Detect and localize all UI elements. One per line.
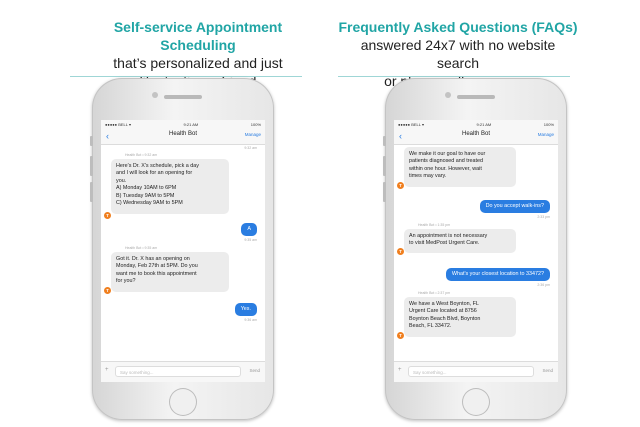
message-line: C) Wednesday 9AM to 5PM [116,200,183,207]
status-bar: ●●●●● BELL ▾ 9:21 AM 100% [394,120,558,128]
message-line: to visit MedPost Urgent Care. [409,240,480,247]
chat-title: Health Bot [168,131,198,137]
message-line: within one hour. However, wait [409,165,482,172]
message-line: We have a West Boynton, FL [409,301,479,307]
headline-title: Self-service Appointment Scheduling [113,19,283,53]
bot-message: Got it. Dr. X has an opening on Monday, … [111,252,229,292]
phone-mockup-scheduling: ●●●●● BELL ▾ 9:21 AM 100% ‹ Health Bot M… [90,78,274,420]
chat-title: Health Bot [461,131,491,137]
headline-title: Frequently Asked Questions (FAQs) [338,19,578,35]
bot-avatar-icon: T [104,287,111,294]
bot-message: We make it our goal to have our patients… [404,147,516,187]
message-timestamp: 9:32 am [244,146,257,150]
phone-volume-up [383,156,386,176]
message-meta: Health Bot • 1:35 pm [418,223,451,227]
chat-screen: ●●●●● BELL ▾ 9:21 AM 100% ‹ Health Bot M… [101,120,265,382]
attach-plus-icon[interactable]: + [105,367,109,373]
home-button[interactable] [462,388,490,416]
message-line: times may vary. [409,173,447,180]
headline-subtitle-line: that’s personalized and just [113,55,283,71]
message-composer: + Say something... Send [101,361,265,382]
message-line: Beach, FL 33472. [409,323,452,330]
message-line: We make it our goal to have our [409,151,486,157]
phone-volume-down [90,182,93,202]
message-line: for you? [116,278,136,285]
message-composer: + Say something... Send [394,361,558,382]
bot-avatar-icon: T [397,248,404,255]
manage-button[interactable]: Manage [538,132,554,137]
divider [338,76,570,77]
phone-speaker [164,95,202,99]
bot-avatar-icon: T [104,212,111,219]
user-message: Yes. [234,303,257,316]
chat-nav-bar: ‹ Health Bot Manage [101,128,265,145]
message-meta: Health Bot • 9:32 am [125,153,158,157]
bot-message: We have a West Boynton, FL Urgent Care l… [404,297,516,337]
chat-screen: ●●●●● BELL ▾ 9:21 AM 100% ‹ Health Bot M… [394,120,558,382]
message-line: Boynton Beach Blvd, Boynton [409,315,481,322]
bot-message: An appointment is not necessary to visit… [404,229,516,253]
attach-plus-icon[interactable]: + [398,367,402,373]
phone-mute-switch [90,136,93,146]
phone-camera [445,92,451,98]
bot-message: Here's Dr. X's schedule, pick a day and … [111,159,229,214]
message-list: We make it our goal to have our patients… [394,145,558,360]
message-timestamp: 9:35 am [244,238,257,242]
message-line: you. [116,177,127,184]
send-button[interactable]: Send [249,368,260,373]
phone-mute-switch [383,136,386,146]
clock-label: 9:21 AM [476,121,492,127]
message-line: Got it. Dr. X has an opening on [116,256,190,262]
message-line: An appointment is not necessary [409,233,488,239]
message-timestamp: 9:36 am [244,318,257,322]
message-line: A) Monday 10AM to 6PM [116,185,177,192]
carrier-label: ●●●●● BELL ▾ [398,121,424,127]
message-line: want me to book this appointment [116,270,197,277]
message-timestamp: 2:33 pm [537,215,550,219]
clock-label: 9:21 AM [183,121,199,127]
message-line: B) Tuesday 9AM to 5PM [116,192,175,199]
carrier-label: ●●●●● BELL ▾ [105,121,131,127]
message-line: Here's Dr. X's schedule, pick a day [116,163,199,169]
send-button[interactable]: Send [542,368,553,373]
battery-label: 100% [250,121,261,127]
message-line: Monday, Feb 27th at 5PM. Do you [116,263,198,270]
user-message: Do you accept walk-ins? [479,200,550,213]
manage-button[interactable]: Manage [245,132,261,137]
message-line: Urgent Care located at 8756 [409,308,477,315]
bot-avatar-icon: T [397,182,404,189]
message-input[interactable]: Say something... [115,366,241,377]
bot-avatar-icon: T [397,332,404,339]
chat-nav-bar: ‹ Health Bot Manage [394,128,558,145]
headline-subtitle-line: answered 24x7 with no website search [360,37,556,71]
phone-volume-down [383,182,386,202]
message-line: patients diagnosed and treated [409,158,484,165]
status-bar: ●●●●● BELL ▾ 9:21 AM 100% [101,120,265,128]
divider [70,76,302,77]
message-list: 9:32 am Health Bot • 9:32 am Here's Dr. … [101,145,265,360]
phone-speaker [457,95,495,99]
home-button[interactable] [169,388,197,416]
message-meta: Health Bot • 9:35 am [125,246,158,250]
phone-mockup-faqs: ●●●●● BELL ▾ 9:21 AM 100% ‹ Health Bot M… [383,78,567,420]
user-message: What's your closest location to 33472? [445,268,550,281]
message-input[interactable]: Say something... [408,366,534,377]
message-line: and I will look for an opening for [116,170,193,177]
message-timestamp: 2:36 pm [537,283,550,287]
user-message: A [241,223,257,236]
battery-label: 100% [543,121,554,127]
phone-camera [152,92,158,98]
phone-volume-up [90,156,93,176]
message-meta: Health Bot • 2:37 pm [418,291,451,295]
